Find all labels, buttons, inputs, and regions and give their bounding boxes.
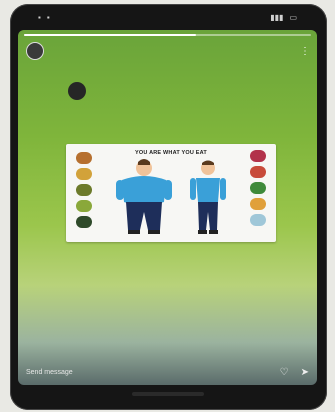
send-icon[interactable]: ➤ <box>301 367 309 378</box>
story-screen[interactable]: ⋮ YOU ARE WHAT YOU EAT Send message ♡ ➤ <box>18 30 317 385</box>
signal-icon: ▮▮▮ <box>270 12 284 22</box>
salad-icon <box>76 200 92 212</box>
story-reply-bar: Send message ♡ ➤ <box>18 359 317 385</box>
heart-icon[interactable]: ♡ <box>280 367 289 378</box>
home-indicator <box>132 392 204 396</box>
grapes-icon <box>250 150 266 162</box>
berries-icon <box>250 166 266 178</box>
more-options-icon[interactable]: ⋮ <box>300 46 310 57</box>
card-title: YOU ARE WHAT YOU EAT <box>135 150 207 156</box>
shared-post-image[interactable]: YOU ARE WHAT YOU EAT <box>66 144 276 242</box>
status-bar: ▪ ▪ ▮▮▮ ▭ <box>18 8 317 26</box>
avatar[interactable] <box>26 42 44 60</box>
story-progress-fill <box>24 34 197 36</box>
post-avatar <box>68 82 86 100</box>
notification-icon-2: ▪ <box>46 12 50 22</box>
story-progress-bar <box>24 34 311 36</box>
fit-figure <box>190 160 226 234</box>
overweight-figure <box>116 159 172 234</box>
send-message-input[interactable]: Send message <box>26 369 280 376</box>
fries-icon <box>76 168 92 180</box>
story-header: ⋮ <box>26 40 310 62</box>
orange-icon <box>250 198 266 210</box>
broccoli-icon <box>250 182 266 194</box>
pizza-icon <box>76 184 92 196</box>
soda-icon <box>76 216 92 228</box>
burger-icon <box>76 152 92 164</box>
notification-icon: ▪ <box>38 12 41 22</box>
shared-post-header[interactable] <box>68 82 96 100</box>
battery-icon: ▭ <box>289 12 297 22</box>
water-icon <box>250 214 266 226</box>
